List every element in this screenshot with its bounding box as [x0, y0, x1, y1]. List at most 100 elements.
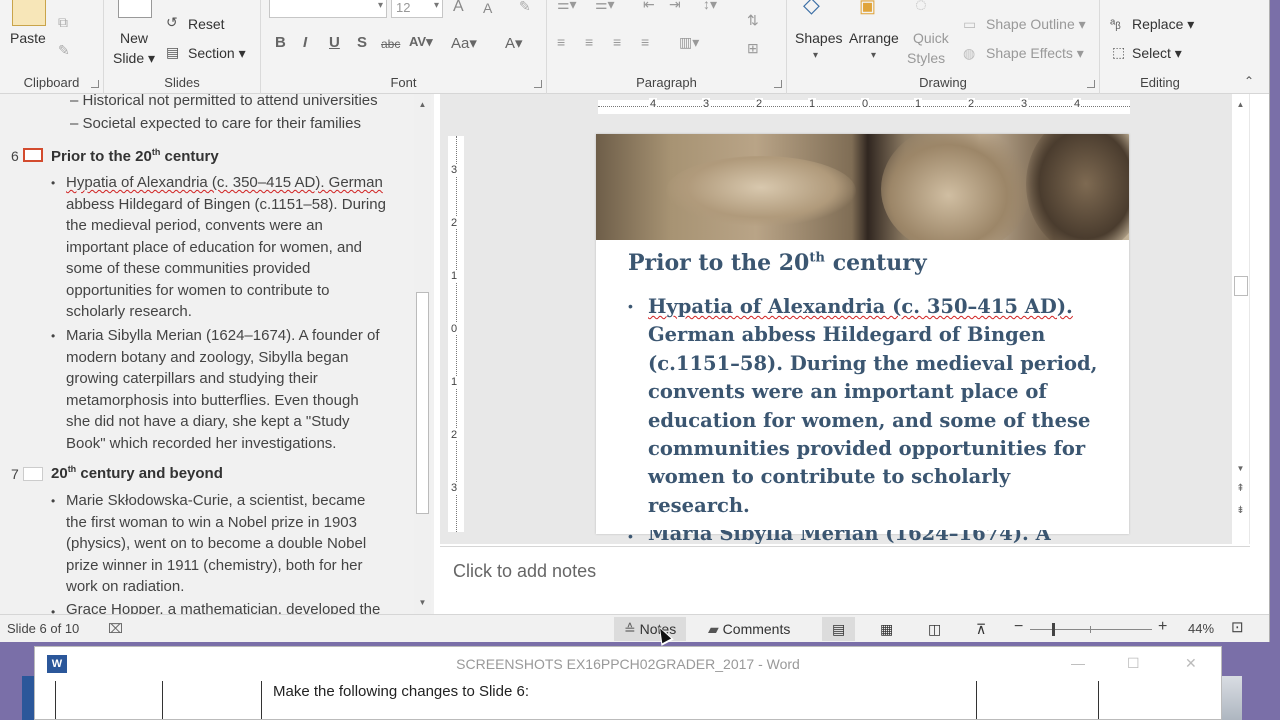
select-button[interactable]: Select ▾: [1132, 45, 1182, 62]
zoom-in-icon[interactable]: +: [1158, 618, 1167, 636]
scroll-up-icon[interactable]: ▲: [1232, 96, 1249, 113]
justify-icon[interactable]: ≡: [641, 34, 649, 50]
font-size-combo[interactable]: 12 ▾: [391, 0, 443, 18]
spelling-icon[interactable]: ⌧: [108, 621, 123, 637]
slide-title[interactable]: Prior to the 20th century: [628, 250, 927, 276]
arrange-dropdown-icon[interactable]: ▾: [871, 50, 876, 61]
word-document[interactable]: Make the following changes to Slide 6:: [35, 681, 1221, 719]
slide-icon[interactable]: [23, 148, 43, 162]
outline-pane[interactable]: – Historical not permitted to attend uni…: [0, 94, 434, 614]
slide-canvas[interactable]: Prior to the 20th century • Hypatia of A…: [596, 134, 1129, 534]
change-case-button[interactable]: Aa▾: [451, 34, 477, 52]
copy-icon[interactable]: ⧉: [58, 14, 68, 31]
bold-button[interactable]: B: [275, 34, 286, 51]
scroll-up-icon[interactable]: ▲: [414, 96, 431, 113]
scroll-down-icon[interactable]: ▼: [414, 594, 431, 611]
italic-button[interactable]: I: [303, 34, 307, 51]
zoom-out-icon[interactable]: −: [1014, 618, 1023, 636]
close-icon[interactable]: ✕: [1185, 655, 1197, 672]
outline-scrollbar[interactable]: ▲ ▼: [414, 94, 431, 614]
columns-icon[interactable]: ▥▾: [679, 34, 699, 51]
line-spacing-icon[interactable]: ↕▾: [703, 0, 717, 13]
quick-styles-icon[interactable]: ◌: [915, 0, 927, 17]
previous-slide-icon[interactable]: ⇞: [1232, 480, 1249, 497]
underline-button[interactable]: U: [329, 34, 340, 51]
slide-sorter-icon[interactable]: ▦: [870, 617, 903, 641]
scroll-thumb[interactable]: [1234, 276, 1248, 296]
shape-outline-icon[interactable]: ▭: [963, 16, 976, 33]
clipboard-launcher-icon[interactable]: [91, 80, 99, 88]
font-launcher-icon[interactable]: [534, 80, 542, 88]
text-direction-icon[interactable]: ⇅: [747, 12, 759, 29]
decrease-indent-icon[interactable]: ⇤: [643, 0, 655, 13]
new-slide-label2[interactable]: Slide ▾: [113, 50, 155, 67]
outline-bullet-text[interactable]: Marie Skłodowska-Curie, a scientist, bec…: [66, 490, 366, 598]
slide-scrollbar[interactable]: ▲ ▼ ⇞ ⇟: [1232, 94, 1249, 544]
quick-styles-label2[interactable]: Styles: [907, 50, 945, 66]
slideshow-icon[interactable]: ⊼: [966, 617, 996, 641]
outline-slide-title[interactable]: 20th century and beyond: [51, 464, 223, 482]
outline-slide-title[interactable]: Prior to the 20th century: [51, 147, 219, 165]
normal-view-icon[interactable]: ▤: [822, 617, 856, 641]
clear-format-icon[interactable]: ✎: [519, 0, 531, 15]
word-title-bar[interactable]: W SCREENSHOTS EX16PPCH02GRADER_2017 - Wo…: [35, 647, 1221, 681]
smartart-icon[interactable]: ⊞: [747, 40, 759, 57]
notes-placeholder[interactable]: Click to add notes: [453, 561, 596, 582]
grow-font-icon[interactable]: A: [453, 0, 464, 16]
notes-pane[interactable]: Click to add notes: [440, 546, 1250, 614]
align-right-icon[interactable]: ≡: [613, 34, 621, 50]
word-table-cell-text[interactable]: Make the following changes to Slide 6:: [273, 683, 529, 700]
notes-button[interactable]: ≙ Notes: [614, 617, 687, 641]
next-slide-icon[interactable]: ⇟: [1232, 502, 1249, 519]
outline-bullet-text[interactable]: Maria Sibylla Merian (1624–1674). A foun…: [66, 325, 380, 454]
strikethrough-button[interactable]: abc: [381, 37, 400, 51]
align-left-icon[interactable]: ≡: [557, 34, 565, 50]
zoom-slider[interactable]: [1030, 623, 1152, 636]
shapes-dropdown-icon[interactable]: ▾: [813, 50, 818, 61]
char-spacing-button[interactable]: AV▾: [409, 34, 433, 50]
minimize-icon[interactable]: —: [1071, 655, 1085, 671]
format-painter-icon[interactable]: ✎: [58, 42, 70, 59]
outline-bullet-text[interactable]: Hypatia of Alexandria (c. 350–415 AD). G…: [66, 172, 386, 323]
arrange-icon[interactable]: ▣: [859, 0, 876, 17]
maximize-icon[interactable]: ☐: [1127, 655, 1140, 672]
shapes-button[interactable]: Shapes: [795, 30, 842, 46]
shape-outline-button[interactable]: Shape Outline ▾: [986, 16, 1086, 33]
word-window[interactable]: W SCREENSHOTS EX16PPCH02GRADER_2017 - Wo…: [34, 646, 1222, 720]
reading-view-icon[interactable]: ◫: [918, 617, 951, 641]
bullets-icon[interactable]: ☰▾: [557, 0, 577, 13]
new-slide-icon[interactable]: [118, 0, 152, 18]
slide-bullet-text[interactable]: Hypatia of Alexandria (c. 350–415 AD). G…: [648, 293, 1108, 520]
numbering-icon[interactable]: ☰▾: [595, 0, 615, 13]
paste-icon[interactable]: [12, 0, 46, 26]
zoom-level[interactable]: 44%: [1188, 621, 1214, 636]
shape-effects-icon[interactable]: ◍: [963, 45, 975, 62]
zoom-slider-thumb[interactable]: [1052, 623, 1055, 636]
arrange-button[interactable]: Arrange: [849, 30, 899, 46]
replace-button[interactable]: Replace ▾: [1132, 16, 1194, 33]
quick-styles-button[interactable]: Quick: [913, 30, 949, 46]
shrink-font-icon[interactable]: A: [483, 0, 492, 16]
align-center-icon[interactable]: ≡: [585, 34, 593, 50]
shape-effects-button[interactable]: Shape Effects ▾: [986, 45, 1084, 62]
drawing-launcher-icon[interactable]: [1087, 80, 1095, 88]
increase-indent-icon[interactable]: ⇥: [669, 0, 681, 13]
outline-bullet-text[interactable]: Grace Hopper, a mathematician, developed…: [66, 599, 380, 614]
slide-icon[interactable]: [23, 467, 43, 481]
recycle-bin-icon[interactable]: [1222, 676, 1242, 720]
collapse-ribbon-icon[interactable]: ⌃: [1244, 74, 1254, 88]
scroll-thumb[interactable]: [416, 292, 429, 514]
new-slide-button[interactable]: New: [120, 30, 148, 46]
fit-to-window-icon[interactable]: ⊡: [1231, 618, 1244, 636]
section-button[interactable]: Section ▾: [188, 45, 246, 62]
clipboard-label: Clipboard: [23, 75, 80, 90]
font-color-button[interactable]: A▾: [505, 34, 523, 52]
shapes-icon[interactable]: ◇: [803, 0, 820, 18]
shadow-button[interactable]: S: [357, 34, 367, 51]
font-name-combo[interactable]: ▾: [269, 0, 387, 18]
reset-button[interactable]: Reset: [188, 16, 225, 32]
scroll-down-icon[interactable]: ▼: [1232, 460, 1249, 477]
paste-button[interactable]: Paste: [10, 30, 46, 46]
paragraph-launcher-icon[interactable]: [774, 80, 782, 88]
comments-button[interactable]: ▰ Comments: [698, 617, 800, 641]
